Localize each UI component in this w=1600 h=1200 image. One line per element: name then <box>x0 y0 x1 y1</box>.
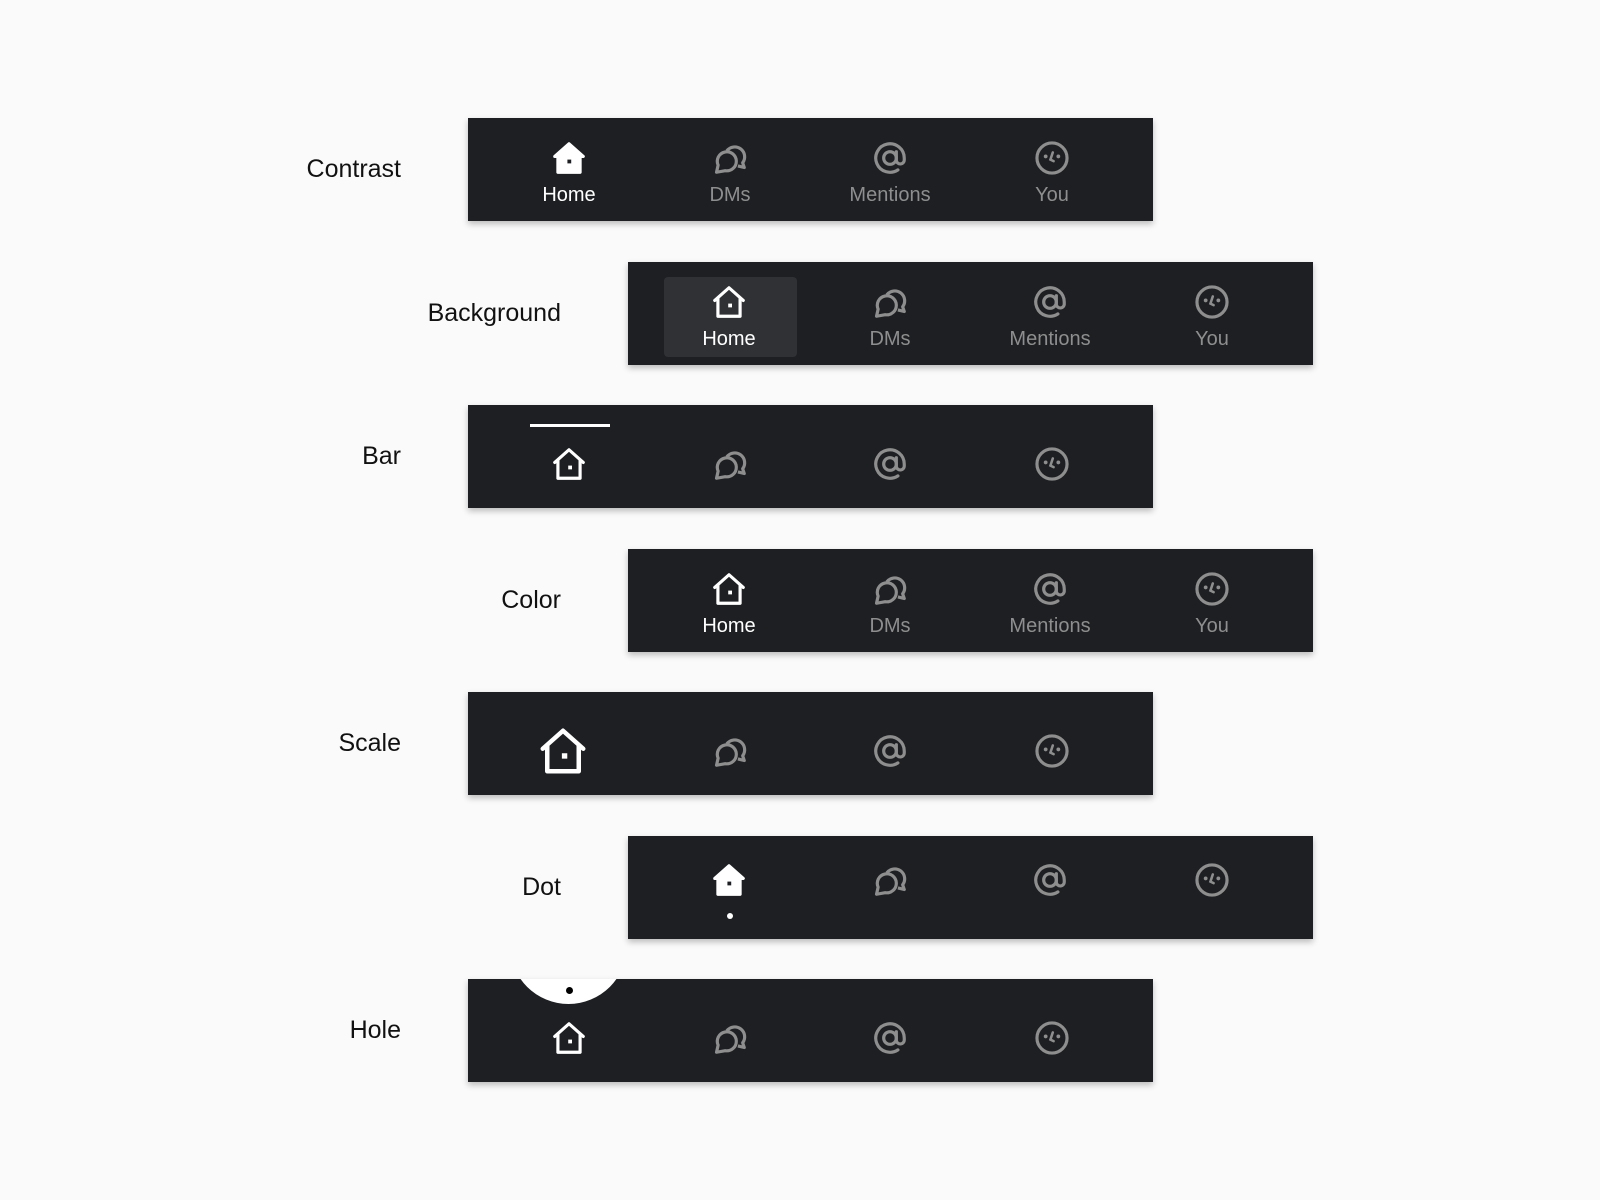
smiley-face-icon <box>1035 734 1069 768</box>
tab-home[interactable]: Home <box>659 549 799 652</box>
at-sign-icon <box>874 1022 906 1054</box>
home-icon <box>713 863 745 896</box>
tab-home[interactable]: Home <box>499 118 639 221</box>
tab-you[interactable]: You <box>1142 549 1282 652</box>
tab-bar-scale <box>468 692 1153 795</box>
tab-you[interactable] <box>982 979 1122 1082</box>
chat-bubbles-icon <box>874 866 907 896</box>
tab-mentions[interactable] <box>820 692 960 795</box>
tab-dms[interactable] <box>660 405 800 508</box>
tab-label: Home <box>542 184 596 206</box>
tab-home[interactable]: Home <box>659 262 799 365</box>
chat-bubbles-icon <box>714 451 747 480</box>
tab-mentions[interactable] <box>980 836 1120 939</box>
at-sign-icon <box>1034 285 1066 318</box>
tab-dms[interactable]: DMs <box>820 262 960 365</box>
chat-bubbles-icon <box>714 145 747 174</box>
at-sign-icon <box>874 142 906 174</box>
tab-bar-hole <box>468 979 1153 1082</box>
tab-dms[interactable] <box>820 836 960 939</box>
tab-label: Mentions <box>1009 327 1091 350</box>
tab-label: You <box>1195 614 1229 637</box>
smiley-face-icon <box>1195 862 1229 897</box>
tab-label: Mentions <box>849 184 931 206</box>
tab-home[interactable] <box>499 405 639 508</box>
tab-dms[interactable]: DMs <box>820 549 960 652</box>
tab-you[interactable] <box>982 692 1122 795</box>
tab-home[interactable] <box>659 836 799 939</box>
chat-bubbles-icon <box>714 1025 747 1054</box>
tab-home[interactable] <box>493 692 633 795</box>
row-label-dot: Dot <box>522 872 561 901</box>
at-sign-icon <box>1034 863 1066 896</box>
home-icon <box>553 1022 585 1054</box>
tab-you[interactable] <box>982 405 1122 508</box>
chat-bubbles-icon <box>714 738 747 767</box>
tab-bar-contrast: Home DMs Mentions You <box>468 118 1153 221</box>
row-label-scale: Scale <box>338 729 401 757</box>
smiley-face-icon <box>1035 1021 1069 1055</box>
chat-bubbles-icon <box>874 288 907 318</box>
home-icon <box>713 285 745 318</box>
tab-mentions[interactable] <box>820 979 960 1082</box>
tab-you[interactable]: You <box>1142 262 1282 365</box>
tab-label: DMs <box>709 184 751 206</box>
at-sign-icon <box>1034 572 1066 605</box>
tab-mentions[interactable]: Mentions <box>820 118 960 221</box>
tab-label: You <box>1035 184 1069 206</box>
tab-you[interactable]: You <box>982 118 1122 221</box>
tab-label: You <box>1195 327 1229 350</box>
tab-bar-background: Home DMs Mentions You <box>628 261 1313 365</box>
tab-mentions[interactable]: Mentions <box>980 262 1120 365</box>
home-icon <box>553 142 585 174</box>
tab-dms[interactable] <box>660 692 800 795</box>
row-label-bar: Bar <box>362 442 401 470</box>
smiley-face-icon <box>1035 447 1069 481</box>
at-sign-icon <box>874 735 906 767</box>
row-label-contrast: Contrast <box>306 155 401 183</box>
tab-label: Home <box>702 327 756 350</box>
tab-bar-color: Home DMs Mentions You <box>628 548 1313 652</box>
tab-label: DMs <box>869 327 911 350</box>
home-icon <box>713 572 745 605</box>
tab-bar-dot <box>628 835 1313 939</box>
tab-mentions[interactable] <box>820 405 960 508</box>
row-label-background: Background <box>427 298 561 327</box>
tab-label: Home <box>702 614 756 637</box>
tab-dms[interactable]: DMs <box>660 118 800 221</box>
tab-bar-bar <box>468 405 1153 508</box>
home-icon <box>553 448 585 480</box>
smiley-face-icon <box>1195 284 1229 319</box>
tab-mentions[interactable]: Mentions <box>980 549 1120 652</box>
tab-you[interactable] <box>1142 836 1282 939</box>
smiley-face-icon <box>1195 571 1229 606</box>
tab-dms[interactable] <box>660 979 800 1082</box>
smiley-face-icon <box>1035 141 1069 175</box>
tab-home[interactable] <box>499 979 639 1082</box>
row-label-hole: Hole <box>349 1016 401 1044</box>
home-icon <box>540 728 586 774</box>
chat-bubbles-icon <box>874 575 907 605</box>
tab-label: Mentions <box>1009 614 1091 637</box>
at-sign-icon <box>874 448 906 480</box>
tab-label: DMs <box>869 614 911 637</box>
row-label-color: Color <box>501 585 561 614</box>
